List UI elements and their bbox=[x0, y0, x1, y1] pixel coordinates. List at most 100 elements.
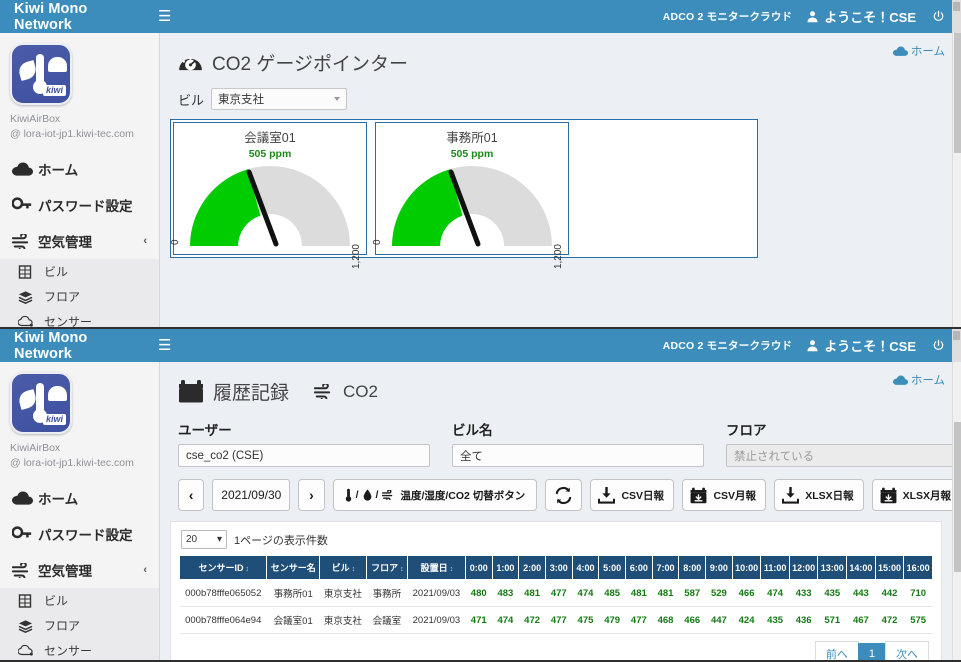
table-header-h1[interactable]: 1:00 bbox=[491, 555, 520, 580]
table-header-h13[interactable]: 13:00 bbox=[817, 555, 848, 580]
sort-icon[interactable]: ↕ bbox=[400, 566, 403, 573]
sort-icon[interactable]: ↕ bbox=[450, 566, 453, 573]
cloud-icon bbox=[12, 491, 38, 506]
export-csv-daily-button[interactable]: CSV日報 bbox=[590, 479, 675, 511]
vertical-scrollbar[interactable] bbox=[952, 362, 961, 660]
pagination-page-1[interactable]: 1 bbox=[857, 643, 886, 660]
history-table: センサーID ↕ センサー名 ビル ↕ フロア ↕ 設置日 ↕ 0:00 1:00 2:00 3:00 4… bbox=[178, 555, 933, 634]
table-row[interactable]: 000b78fffe065052 事務所01 東京支社 事務所 2021/09/03 48… bbox=[179, 579, 933, 607]
table-header-h3[interactable]: 3:00 bbox=[544, 555, 573, 580]
gauge-arc bbox=[392, 166, 552, 247]
building-name-select-value: 全て bbox=[460, 450, 483, 463]
navbar-right-group: ADCO 2 モニタークラウド ようこそ！CSE bbox=[663, 7, 961, 26]
table-header-label: 11:00 bbox=[763, 562, 787, 573]
breadcrumb[interactable]: ホーム bbox=[892, 43, 945, 59]
table-header-h5[interactable]: 5:00 bbox=[598, 555, 627, 580]
pagination-next-button[interactable]: 次へ bbox=[885, 641, 929, 660]
sidebar-item-sensor[interactable]: センサー bbox=[0, 309, 159, 327]
table-header-h9[interactable]: 9:00 bbox=[705, 555, 733, 580]
menu-toggle-button[interactable]: ☰ bbox=[146, 338, 183, 353]
page-title: CO2 ゲージポインター bbox=[160, 33, 961, 76]
export-csv-monthly-button[interactable]: CSV月報 bbox=[682, 479, 767, 511]
sidebar-item-air-management[interactable]: 空気管理 ‹ bbox=[0, 223, 159, 259]
table-header-h7[interactable]: 7:00 bbox=[651, 555, 680, 580]
table-header-sensor_name[interactable]: センサー名 bbox=[266, 555, 320, 580]
table-header-label: 5:00 bbox=[603, 562, 622, 573]
sidebar-item-label: ホーム bbox=[38, 163, 79, 178]
refresh-button[interactable] bbox=[545, 479, 583, 511]
table-header-building[interactable]: ビル ↕ bbox=[318, 555, 367, 580]
gauge-min-label: 0 bbox=[372, 239, 383, 245]
table-header-sensor_id[interactable]: センサーID ↕ bbox=[178, 555, 268, 580]
table-header-h2[interactable]: 2:00 bbox=[518, 555, 546, 580]
breadcrumb[interactable]: ホーム bbox=[892, 372, 945, 388]
gauge-title: 事務所01 bbox=[446, 131, 498, 145]
export-xlsx-daily-button[interactable]: XLSX日報 bbox=[774, 479, 864, 511]
table-header-h16[interactable]: 16:00 bbox=[903, 555, 933, 580]
sidebar-item-floor[interactable]: フロア bbox=[0, 284, 159, 309]
table-cell-h6: 481 bbox=[625, 579, 653, 607]
sidebar-item-building[interactable]: ビル bbox=[0, 259, 159, 284]
user-menu-button[interactable]: ようこそ！CSE bbox=[806, 7, 932, 26]
building-icon bbox=[18, 264, 44, 279]
table-header-h4[interactable]: 4:00 bbox=[571, 555, 600, 580]
sidebar-item-home[interactable]: ホーム bbox=[0, 480, 159, 516]
next-day-button[interactable]: › bbox=[298, 479, 325, 511]
scrollbar-thumb[interactable] bbox=[954, 422, 961, 572]
filter-floor-label: フロア bbox=[726, 423, 767, 438]
building-select[interactable]: 東京支社 bbox=[211, 88, 348, 110]
table-row[interactable]: 000b78fffe064e94 会議室01 東京支社 会議室 2021/09/03 47… bbox=[179, 606, 933, 634]
navbar-right-group: ADCO 2 モニタークラウド ようこそ！CSE bbox=[663, 336, 961, 355]
date-field[interactable]: 2021/09/30 bbox=[212, 479, 291, 511]
sidebar-item-password[interactable]: パスワード設定 bbox=[0, 187, 159, 223]
sidebar-item-home[interactable]: ホーム bbox=[0, 151, 159, 187]
table-header-h8[interactable]: 8:00 bbox=[678, 555, 707, 580]
building-name-select[interactable]: 全て bbox=[452, 444, 704, 467]
user-menu-button[interactable]: ようこそ！CSE bbox=[806, 336, 932, 355]
power-icon bbox=[933, 10, 944, 21]
sort-icon[interactable]: ↕ bbox=[245, 566, 248, 573]
table-cell-h2: 472 bbox=[518, 606, 546, 634]
gauge-window-body: kiwi KiwiAirBox @ lora-iot-jp1.kiwi-tec.… bbox=[0, 33, 961, 327]
sidebar-item-building[interactable]: ビル bbox=[0, 588, 159, 613]
pagination-prev-button[interactable]: 前へ bbox=[814, 641, 859, 660]
sidebar: kiwi KiwiAirBox @ lora-iot-jp1.kiwi-tec.… bbox=[0, 362, 160, 660]
table-header-label: 2:00 bbox=[523, 562, 542, 573]
table-header-floor[interactable]: フロア ↕ bbox=[365, 555, 408, 580]
table-cell-install: 2021/09/03 bbox=[407, 579, 466, 607]
menu-toggle-button[interactable]: ☰ bbox=[146, 9, 183, 24]
table-header-install[interactable]: 設置日 ↕ bbox=[406, 555, 466, 580]
chevron-left-icon: ‹ bbox=[143, 235, 147, 247]
scrollbar-thumb[interactable] bbox=[954, 33, 961, 153]
sort-icon[interactable]: ↕ bbox=[352, 566, 355, 573]
page-length-select[interactable]: 20 ▾ bbox=[181, 530, 227, 549]
metric-toggle-button[interactable]: / / 温度/湿度/CO2 切替ボタン bbox=[332, 479, 538, 511]
sidebar-item-sensor[interactable]: センサー bbox=[0, 638, 159, 660]
table-cell-h9: 447 bbox=[705, 606, 733, 634]
gauge-panel: 会議室01 505 ppm 0 1,200 事務所01 505 ppm 0 1,… bbox=[170, 119, 758, 269]
wind-icon bbox=[382, 490, 396, 500]
user-select[interactable]: cse_co2 (CSE) bbox=[178, 444, 430, 467]
table-cell-floor: 事務所 bbox=[366, 579, 408, 607]
table-header-h10[interactable]: 10:00 bbox=[731, 555, 762, 580]
vertical-scrollbar[interactable] bbox=[952, 33, 961, 327]
table-cell-h16: 575 bbox=[903, 606, 933, 634]
table-header-h12[interactable]: 12:00 bbox=[788, 555, 819, 580]
table-header-h6[interactable]: 6:00 bbox=[625, 555, 653, 580]
table-header-h14[interactable]: 14:00 bbox=[846, 555, 876, 580]
export-xlsx-monthly-button[interactable]: XLSX月報 bbox=[871, 479, 961, 511]
table-header-h11[interactable]: 11:00 bbox=[760, 555, 790, 580]
droplet-icon bbox=[363, 488, 372, 502]
sidebar-item-air-management[interactable]: 空気管理 ‹ bbox=[0, 552, 159, 588]
table-header-h15[interactable]: 15:00 bbox=[874, 555, 905, 580]
page-title-label: 履歴記録 bbox=[213, 383, 290, 404]
table-cell-sensor_id: 000b78fffe064e94 bbox=[179, 606, 267, 634]
gauge-window: Kiwi Mono Network ☰ ADCO 2 モニタークラウド ようこそ… bbox=[0, 0, 961, 329]
gauge-card-meeting-room: 会議室01 505 ppm 0 1,200 bbox=[170, 122, 367, 269]
pagination: 前へ 1 次へ bbox=[179, 634, 933, 660]
prev-day-button[interactable]: ‹ bbox=[178, 479, 205, 511]
table-header-h0[interactable]: 0:00 bbox=[464, 555, 493, 580]
sidebar-item-password[interactable]: パスワード設定 bbox=[0, 516, 159, 552]
gauge-content: ホーム CO2 ゲージポインター ビル 東京支社 会議室01 505 ppm 0… bbox=[160, 33, 961, 327]
sidebar-item-floor[interactable]: フロア bbox=[0, 613, 159, 638]
